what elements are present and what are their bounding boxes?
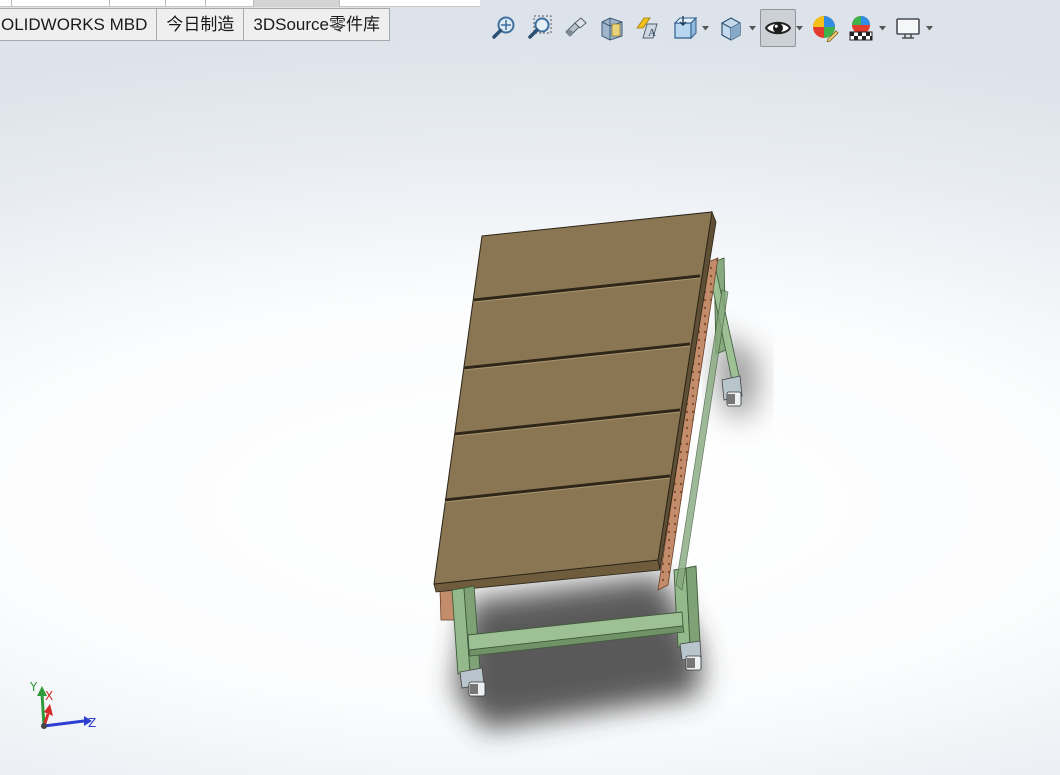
workbench-model[interactable] xyxy=(0,0,1060,775)
reference-triad: Y X Z xyxy=(22,676,112,740)
triad-y-label: Y xyxy=(30,680,38,694)
triad-x-label: X xyxy=(45,689,54,703)
triad-z-label: Z xyxy=(88,716,97,730)
graphics-area[interactable] xyxy=(0,47,1060,775)
